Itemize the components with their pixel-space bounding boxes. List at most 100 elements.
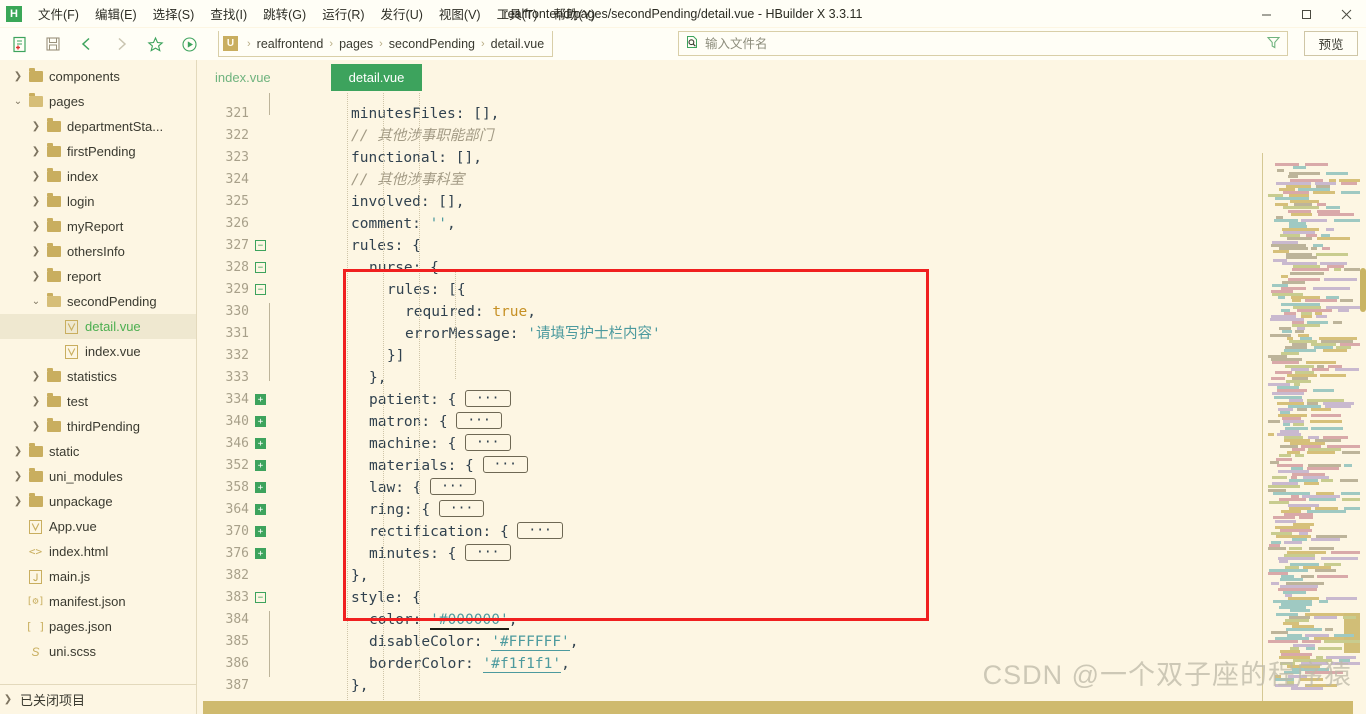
chevron-right-icon[interactable]: ❯	[10, 439, 26, 464]
tree-item-detail-vue[interactable]: ❯detail.vue	[0, 314, 196, 339]
chevron-right-icon[interactable]: ❯	[28, 389, 44, 414]
code-area[interactable]: 321 322 323 324 325 326 327−328−329−330 331 332 3…	[197, 93, 1366, 714]
fold-expand-icon[interactable]: +	[255, 504, 266, 515]
new-file-icon[interactable]	[4, 30, 34, 58]
tree-item-uni-scss[interactable]: ❯Suni.scss	[0, 639, 196, 664]
preview-button[interactable]: 预览	[1304, 31, 1358, 56]
chevron-right-icon[interactable]: ❯	[28, 189, 44, 214]
tree-item-firstpending[interactable]: ❯ firstPending	[0, 139, 196, 164]
chevron-down-icon[interactable]: ⌄	[10, 89, 26, 114]
editor-tab-index-vue[interactable]: index.vue	[197, 64, 289, 91]
tree-item-app-vue[interactable]: ❯App.vue	[0, 514, 196, 539]
menu-edit[interactable]: 编辑(E)	[87, 0, 145, 27]
save-icon[interactable]	[38, 30, 68, 58]
fold-expand-icon[interactable]: +	[255, 438, 266, 449]
close-button[interactable]	[1326, 0, 1366, 28]
menu-publish[interactable]: 发行(U)	[373, 0, 431, 27]
menu-view[interactable]: 视图(V)	[431, 0, 489, 27]
menu-run[interactable]: 运行(R)	[314, 0, 372, 27]
fold-expand-icon[interactable]: +	[255, 460, 266, 471]
filename-input[interactable]	[699, 36, 1266, 51]
chevron-right-icon[interactable]: ❯	[28, 214, 44, 239]
tree-item-pages-json[interactable]: ❯[ ]pages.json	[0, 614, 196, 639]
fold-expand-icon[interactable]: +	[255, 482, 266, 493]
tree-item-secondpending[interactable]: ⌄ secondPending	[0, 289, 196, 314]
tree-item-components[interactable]: ❯ components	[0, 64, 196, 89]
tree-item-departmentsta---[interactable]: ❯ departmentSta...	[0, 114, 196, 139]
tree-item-static[interactable]: ❯ static	[0, 439, 196, 464]
tree-item-pages[interactable]: ⌄ pages	[0, 89, 196, 114]
tree-item-othersinfo[interactable]: ❯ othersInfo	[0, 239, 196, 264]
fold-collapse-icon[interactable]: −	[255, 262, 266, 273]
tree-item-index[interactable]: ❯ index	[0, 164, 196, 189]
chevron-right-icon[interactable]: ❯	[10, 489, 26, 514]
chevron-right-icon[interactable]: ❯	[28, 139, 44, 164]
chevron-right-icon[interactable]: ❯	[28, 239, 44, 264]
menu-goto[interactable]: 跳转(G)	[255, 0, 314, 27]
folder-icon	[26, 489, 45, 514]
filename-search-box[interactable]	[678, 31, 1288, 56]
collapsed-region-badge[interactable]: ···	[465, 544, 511, 561]
collapsed-region-badge[interactable]: ···	[438, 500, 485, 517]
minimap-viewport[interactable]	[1344, 613, 1360, 653]
menu-find[interactable]: 查找(I)	[202, 0, 255, 27]
menu-select[interactable]: 选择(S)	[145, 0, 203, 27]
menu-file[interactable]: 文件(F)	[30, 0, 87, 27]
collapsed-region-badge[interactable]: ···	[430, 478, 476, 495]
tree-item-login[interactable]: ❯ login	[0, 189, 196, 214]
tree-item-statistics[interactable]: ❯ statistics	[0, 364, 196, 389]
breadcrumb-segment-3[interactable]: detail.vue	[491, 37, 545, 51]
chevron-right-icon[interactable]: ❯	[28, 264, 44, 289]
fold-expand-icon[interactable]: +	[255, 526, 266, 537]
minimize-button[interactable]	[1246, 0, 1286, 28]
breadcrumb-segment-0[interactable]: realfrontend	[257, 37, 324, 51]
collapsed-region-badge[interactable]: ···	[456, 412, 502, 429]
filter-icon[interactable]	[1266, 35, 1281, 53]
tree-item-thirdpending[interactable]: ❯ thirdPending	[0, 414, 196, 439]
closed-projects-row[interactable]: ❯ 已关闭项目	[0, 684, 197, 714]
collapsed-region-badge[interactable]: ···	[465, 434, 511, 451]
tree-item-report[interactable]: ❯ report	[0, 264, 196, 289]
fold-expand-icon[interactable]: +	[255, 394, 266, 405]
tree-item-index-vue[interactable]: ❯index.vue	[0, 339, 196, 364]
editor-tab-detail-vue[interactable]: detail.vue	[330, 64, 423, 91]
breadcrumb-segment-2[interactable]: secondPending	[389, 37, 475, 51]
chevron-right-icon[interactable]: ❯	[10, 64, 26, 89]
tree-item-index-html[interactable]: ❯<>index.html	[0, 539, 196, 564]
vertical-scroll-thumb[interactable]	[1360, 268, 1366, 312]
run-icon[interactable]	[174, 30, 204, 58]
chevron-down-icon[interactable]: ⌄	[28, 289, 44, 314]
minimap-code-line	[1326, 172, 1348, 176]
breadcrumb-segment-1[interactable]: pages	[339, 37, 373, 51]
chevron-right-icon[interactable]: ❯	[28, 164, 44, 189]
chevron-right-icon[interactable]: ❯	[10, 464, 26, 489]
fold-collapse-icon[interactable]: −	[255, 592, 266, 603]
forward-arrow-icon[interactable]	[106, 30, 136, 58]
chevron-right-icon[interactable]: ❯	[28, 114, 44, 139]
tree-item-manifest-json[interactable]: ❯[⚙]manifest.json	[0, 589, 196, 614]
horizontal-scroll-thumb[interactable]	[203, 701, 1353, 714]
collapsed-region-badge[interactable]: ···	[465, 390, 511, 407]
back-arrow-icon[interactable]	[72, 30, 102, 58]
chevron-right-icon[interactable]: ❯	[28, 414, 44, 439]
fold-collapse-icon[interactable]: −	[255, 240, 266, 251]
horizontal-scrollbar[interactable]	[197, 701, 1366, 714]
vertical-scrollbar[interactable]	[1360, 93, 1366, 714]
maximize-button[interactable]	[1286, 0, 1326, 28]
fold-collapse-icon[interactable]: −	[255, 284, 266, 295]
tree-item-main-js[interactable]: ❯main.js	[0, 564, 196, 589]
chevron-right-icon[interactable]: ❯	[28, 364, 44, 389]
star-icon[interactable]	[140, 30, 170, 58]
tree-item-myreport[interactable]: ❯ myReport	[0, 214, 196, 239]
code-minimap[interactable]	[1252, 93, 1360, 714]
menu-help[interactable]: 帮助(Y)	[546, 0, 604, 27]
collapsed-region-badge[interactable]: ···	[517, 522, 563, 539]
tree-item-unpackage[interactable]: ❯ unpackage	[0, 489, 196, 514]
collapsed-region-badge[interactable]: ···	[482, 456, 528, 473]
tree-item-uni-modules[interactable]: ❯ uni_modules	[0, 464, 196, 489]
code-line: involved: [],	[351, 191, 465, 213]
fold-expand-icon[interactable]: +	[255, 416, 266, 427]
tree-item-test[interactable]: ❯ test	[0, 389, 196, 414]
fold-expand-icon[interactable]: +	[255, 548, 266, 559]
menu-tools[interactable]: 工具(T)	[489, 0, 546, 27]
